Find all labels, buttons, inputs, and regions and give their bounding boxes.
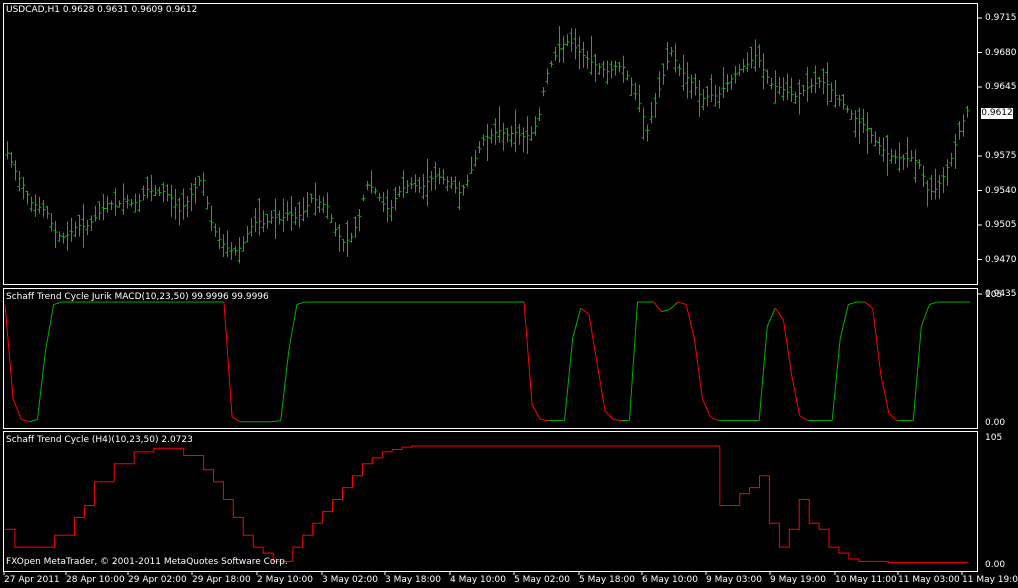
price-tick-label: 0.9470: [985, 254, 1017, 265]
current-price-label: 0.9612: [981, 108, 1013, 119]
time-tick-label: 29 Apr 18:00: [192, 575, 251, 585]
main-chart-header: USDCAD,H1 0.9628 0.9631 0.9609 0.9612: [6, 5, 198, 15]
time-tick-label: 10 May 11:00: [835, 575, 897, 585]
footer-copyright: FXOpen MetaTrader, © 2001-2011 MetaQuote…: [6, 557, 288, 567]
price-tick-label: 0.9540: [985, 185, 1017, 196]
time-tick-label: 3 May 02:00: [322, 575, 378, 585]
time-tick-label: 11 May 03:00: [898, 575, 960, 585]
time-tick-label: 2 May 10:00: [257, 575, 313, 585]
stc-h4-ytick-min: 0.00: [985, 560, 1006, 570]
time-tick-label: 6 May 10:00: [642, 575, 698, 585]
stc-h4-title: Schaff Trend Cycle (H4)(10,23,50) 2.0723: [6, 435, 193, 445]
stc-jurik-title: Schaff Trend Cycle Jurik MACD(10,23,50) …: [6, 292, 269, 302]
stc-jurik-ytick-min: 0.00: [985, 418, 1006, 428]
price-tick-label: 0.9645: [985, 82, 1017, 92]
price-tick-label: 0.9575: [985, 151, 1017, 161]
time-tick-label: 4 May 10:00: [450, 575, 506, 585]
time-tick-label: 9 May 03:00: [706, 575, 762, 585]
time-tick-label: 28 Apr 10:00: [66, 575, 125, 585]
time-tick-label: 27 Apr 2011: [4, 575, 60, 585]
time-tick-label: 9 May 19:00: [770, 575, 826, 585]
stc-h4-ytick-max: 105: [985, 433, 1003, 443]
time-tick-label: 29 Apr 02:00: [128, 575, 187, 585]
price-tick-label: 0.9505: [985, 220, 1017, 230]
time-tick-label: 5 May 18:00: [579, 575, 635, 585]
price-tick-label: 0.9680: [985, 47, 1017, 58]
time-tick-label: 5 May 02:00: [514, 575, 570, 585]
time-tick-label: 3 May 18:00: [385, 575, 441, 585]
stc-jurik-ytick-max: 105: [985, 290, 1003, 300]
price-tick-label: 0.9715: [985, 13, 1017, 23]
time-tick-label: 11 May 19:00: [962, 575, 1018, 585]
